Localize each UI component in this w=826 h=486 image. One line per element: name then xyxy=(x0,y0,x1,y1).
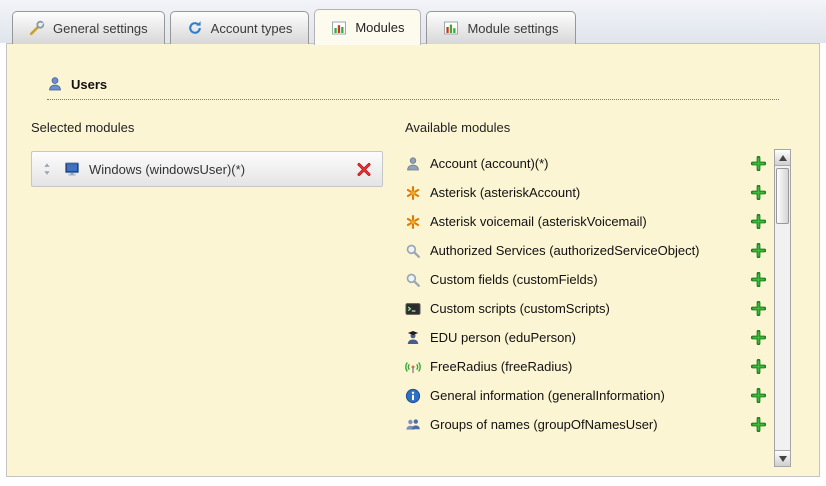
group-icon xyxy=(405,417,421,433)
module-columns: Selected modules Windows (windowsUser)(*… xyxy=(31,120,819,467)
available-module-label: Asterisk (asteriskAccount) xyxy=(430,185,580,200)
tab-label: General settings xyxy=(53,21,148,36)
content-panel: Users Selected modules Windows (windowsU… xyxy=(6,43,820,477)
scrollbar[interactable] xyxy=(774,149,791,467)
tab-modules[interactable]: Modules xyxy=(314,9,421,45)
selected-modules-heading: Selected modules xyxy=(31,120,389,135)
available-module-row: Authorized Services (authorizedServiceOb… xyxy=(405,236,774,265)
terminal-icon xyxy=(405,301,421,317)
add-module-button[interactable] xyxy=(750,388,766,404)
users-section-title: Users xyxy=(71,77,107,92)
triangle-down-icon xyxy=(779,456,787,462)
add-module-button[interactable] xyxy=(750,214,766,230)
tab-label: Module settings xyxy=(467,21,558,36)
available-module-label: Authorized Services (authorizedServiceOb… xyxy=(430,243,700,258)
available-modules-wrap: Account (account)(*) Asterisk (asteriskAc… xyxy=(405,147,791,467)
available-module-label: Custom scripts (customScripts) xyxy=(430,301,610,316)
asterisk-icon xyxy=(405,185,421,201)
tab-label: Account types xyxy=(211,21,293,36)
info-icon xyxy=(405,388,421,404)
modules-icon xyxy=(331,20,347,36)
available-modules-column: Available modules Account (account)(*) As… xyxy=(405,120,791,467)
tab-general-settings[interactable]: General settings xyxy=(12,11,165,44)
available-module-row: Asterisk voicemail (asteriskVoicemail) xyxy=(405,207,774,236)
available-module-row: EDU person (eduPerson) xyxy=(405,323,774,352)
available-module-label: FreeRadius (freeRadius) xyxy=(430,359,572,374)
asterisk-voicemail-icon xyxy=(405,214,421,230)
available-module-label: Groups of names (groupOfNamesUser) xyxy=(430,417,658,432)
radio-icon xyxy=(405,359,421,375)
edu-person-icon xyxy=(405,330,421,346)
available-modules-heading: Available modules xyxy=(405,120,791,135)
scrollbar-down-button[interactable] xyxy=(775,450,790,466)
remove-module-button[interactable] xyxy=(356,161,372,177)
available-module-label: Custom fields (customFields) xyxy=(430,272,598,287)
add-module-button[interactable] xyxy=(750,272,766,288)
selected-modules-list: Windows (windowsUser)(*) xyxy=(31,151,389,187)
users-section-header: Users xyxy=(47,76,779,100)
user-icon xyxy=(47,76,63,92)
available-modules-list: Account (account)(*) Asterisk (asteriskAc… xyxy=(405,147,774,467)
available-module-row: Custom fields (customFields) xyxy=(405,265,774,294)
available-module-row: Groups of names (groupOfNamesUser) xyxy=(405,410,774,439)
available-module-label: Account (account)(*) xyxy=(430,156,549,171)
account-types-icon xyxy=(187,20,203,36)
scrollbar-up-button[interactable] xyxy=(775,150,790,166)
drag-handle-icon xyxy=(39,161,55,177)
available-module-row: Asterisk (asteriskAccount) xyxy=(405,178,774,207)
triangle-up-icon xyxy=(779,155,787,161)
add-module-button[interactable] xyxy=(750,185,766,201)
available-module-row: General information (generalInformation) xyxy=(405,381,774,410)
add-module-button[interactable] xyxy=(750,301,766,317)
add-module-button[interactable] xyxy=(750,330,766,346)
tools-icon xyxy=(29,20,45,36)
selected-modules-column: Selected modules Windows (windowsUser)(*… xyxy=(31,120,389,467)
tab-module-settings[interactable]: Module settings xyxy=(426,11,575,44)
app-window: General settings Account types Modules Modu… xyxy=(0,0,826,486)
windows-module-icon xyxy=(64,161,80,177)
module-settings-icon xyxy=(443,20,459,36)
add-module-button[interactable] xyxy=(750,417,766,433)
available-module-row: Account (account)(*) xyxy=(405,149,774,178)
selected-module-label: Windows (windowsUser)(*) xyxy=(89,162,245,177)
account-icon xyxy=(405,156,421,172)
add-module-button[interactable] xyxy=(750,156,766,172)
add-module-button[interactable] xyxy=(750,359,766,375)
tab-bar: General settings Account types Modules Modu… xyxy=(12,8,581,44)
tab-label: Modules xyxy=(355,20,404,35)
available-module-row: FreeRadius (freeRadius) xyxy=(405,352,774,381)
add-module-button[interactable] xyxy=(750,243,766,259)
selected-module-row[interactable]: Windows (windowsUser)(*) xyxy=(31,151,383,187)
magnifier-icon xyxy=(405,272,421,288)
tab-account-types[interactable]: Account types xyxy=(170,11,310,44)
scrollbar-thumb[interactable] xyxy=(776,168,789,224)
available-module-label: Asterisk voicemail (asteriskVoicemail) xyxy=(430,214,647,229)
available-module-label: EDU person (eduPerson) xyxy=(430,330,576,345)
available-module-label: General information (generalInformation) xyxy=(430,388,665,403)
magnifier-icon xyxy=(405,243,421,259)
available-module-row: Custom scripts (customScripts) xyxy=(405,294,774,323)
